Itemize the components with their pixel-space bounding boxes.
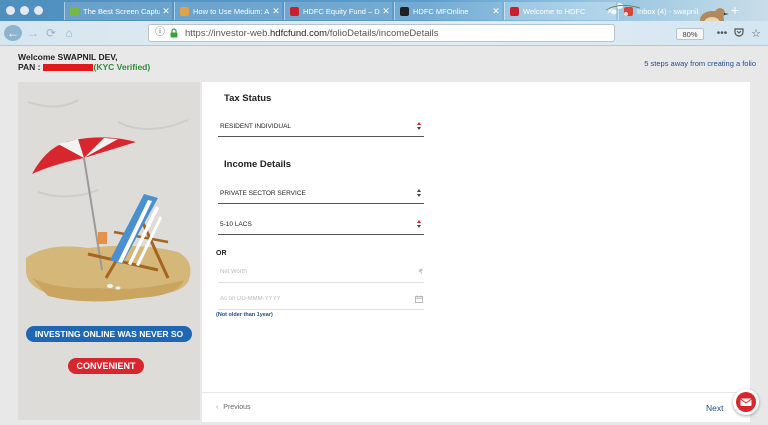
select-arrows-icon <box>417 220 421 228</box>
envelope-icon <box>736 392 756 412</box>
chat-support-button[interactable] <box>733 389 759 415</box>
page-actions-icon[interactable]: ••• <box>715 27 729 41</box>
select-arrows-icon <box>417 122 421 130</box>
zoom-level-badge[interactable]: 80% <box>676 28 704 40</box>
income-details-form: Tax Status RESIDENT INDIVIDUAL Income De… <box>202 82 750 392</box>
reload-icon[interactable]: ⟳ <box>44 25 58 41</box>
rupee-icon: ₹ <box>418 269 423 276</box>
form-footer: ‹ Previous Next <box>202 392 750 422</box>
calendar-icon[interactable] <box>415 295 423 303</box>
net-worth-date-field[interactable] <box>218 292 424 310</box>
kyc-status: (KYC Verified) <box>93 62 151 72</box>
tax-status-select[interactable]: RESIDENT INDIVIDUAL <box>218 117 424 137</box>
net-worth-date-input[interactable] <box>220 296 400 302</box>
chevron-left-icon: ‹ <box>216 404 219 411</box>
back-arrow-icon[interactable]: ← <box>4 25 22 41</box>
close-tab-icon[interactable]: ✕ <box>380 6 392 17</box>
select-arrows-icon <box>417 189 421 197</box>
evernote-favicon-icon <box>70 6 79 16</box>
browser-tab-bar: The Best Screen Captu ✕ How to Use Mediu… <box>0 0 768 21</box>
close-tab-icon[interactable]: ✕ <box>714 6 726 17</box>
address-bar[interactable]: ⓘ https://investor-web.hdfcfund.com/foli… <box>148 24 761 42</box>
net-worth-field[interactable]: ₹ <box>218 265 424 283</box>
close-tab-icon[interactable]: ✕ <box>160 6 172 17</box>
pan-row: PAN : (KYC Verified) <box>18 62 150 72</box>
close-tab-icon[interactable]: ✕ <box>270 6 282 17</box>
next-button[interactable]: Next <box>706 403 723 413</box>
close-window-button[interactable] <box>6 6 15 15</box>
gmail-favicon-icon <box>624 6 633 16</box>
browser-tab-hdfc-mfonline[interactable]: HDFC MFOnline ✕ <box>394 2 502 20</box>
annual-income-select[interactable]: 5-10 LACS <box>218 215 424 235</box>
info-icon[interactable]: ⓘ <box>153 26 167 40</box>
pan-label: PAN : <box>18 62 41 72</box>
banner-tagline: INVESTING ONLINE WAS NEVER SO <box>26 326 192 342</box>
new-tab-button[interactable]: + <box>728 1 742 19</box>
close-tab-icon[interactable]: ✕ <box>490 6 502 17</box>
forward-arrow-icon[interactable]: → <box>26 25 40 41</box>
close-tab-icon[interactable]: ✕ <box>604 6 616 17</box>
hdfc-mf-favicon-icon <box>400 6 409 16</box>
redacted-pan-number <box>42 63 93 71</box>
or-separator: OR <box>216 250 227 257</box>
previous-button[interactable]: ‹ Previous <box>216 404 251 411</box>
occupation-select[interactable]: PRIVATE SECTOR SERVICE <box>218 184 424 204</box>
net-worth-input[interactable] <box>220 269 400 275</box>
browser-tab-welcome-hdfc[interactable]: Welcome to HDFC ✕ <box>504 2 616 20</box>
steps-remaining-text: 5 steps away from creating a folio <box>644 59 756 68</box>
promo-banner: INVESTING ONLINE WAS NEVER SO CONVENIENT <box>18 82 200 420</box>
maximize-window-button[interactable] <box>34 6 43 15</box>
browser-tab-medium[interactable]: How to Use Medium: A ✕ <box>174 2 282 20</box>
pocket-icon[interactable] <box>732 27 746 41</box>
banner-tagline-emphasis: CONVENIENT <box>68 358 144 374</box>
income-details-heading: Income Details <box>224 159 292 170</box>
browser-tab-screen-capture[interactable]: The Best Screen Captu ✕ <box>64 2 172 20</box>
browser-nav-bar: ← → ⟳ ⌂ ⓘ https://investor-web.hdfcfund.… <box>0 21 768 46</box>
url-text: https://investor-web.hdfcfund.com/folioD… <box>185 27 439 39</box>
date-hint: (Not older than 1year) <box>216 312 273 318</box>
browser-tab-hdfc-equity[interactable]: HDFC Equity Fund – D ✕ <box>284 2 392 20</box>
medium-favicon-icon <box>180 6 189 16</box>
bookmark-star-icon[interactable]: ☆ <box>749 27 763 41</box>
browser-tab-inbox[interactable]: Inbox (4) - swapnil ✕ <box>618 2 726 20</box>
hdfc-favicon-icon <box>510 6 519 16</box>
home-icon[interactable]: ⌂ <box>62 25 76 41</box>
tax-status-heading: Tax Status <box>224 93 272 104</box>
hdfc-favicon-icon <box>290 6 299 16</box>
lock-icon <box>170 28 178 38</box>
minimize-window-button[interactable] <box>20 6 29 15</box>
